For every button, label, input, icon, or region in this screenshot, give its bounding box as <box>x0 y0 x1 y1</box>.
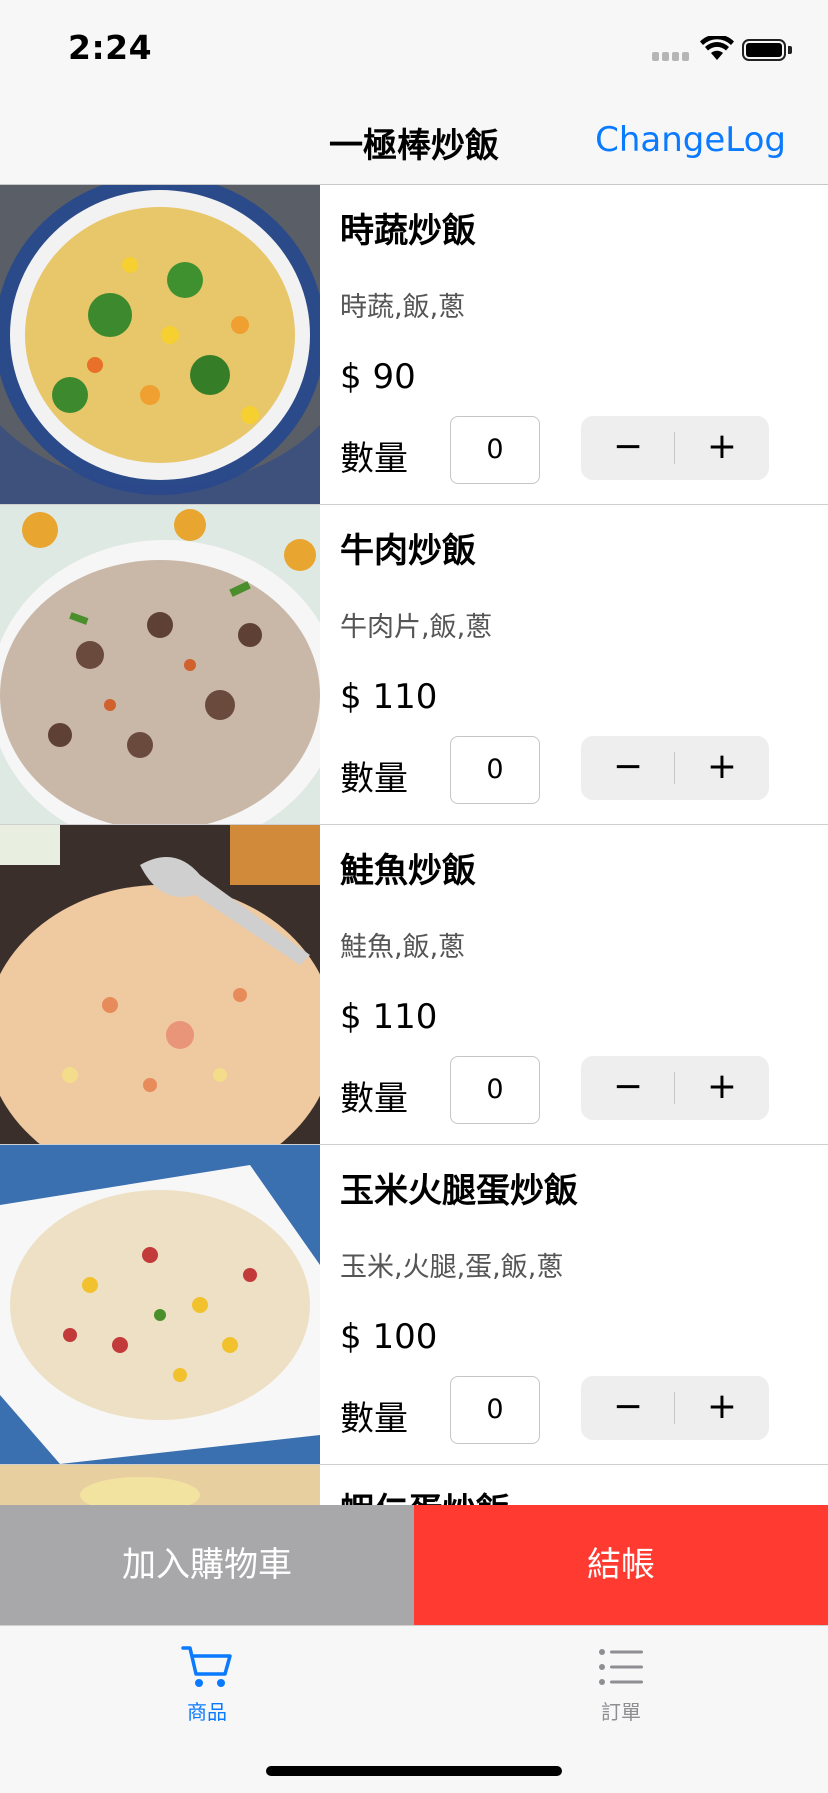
quantity-field[interactable]: 0 <box>450 416 540 484</box>
decrement-button[interactable]: − <box>581 1056 675 1120</box>
status-bar: 2:24 <box>0 0 828 100</box>
product-row: 玉米火腿蛋炒飯 玉米,火腿,蛋,飯,蔥 $ 100 數量 0 − + <box>0 1145 828 1465</box>
quantity-label: 數量 <box>340 1399 408 1439</box>
quantity-stepper: − + <box>581 416 769 480</box>
product-row: 蝦仁蛋炒飯 <box>0 1465 828 1505</box>
battery-icon <box>742 39 794 63</box>
home-indicator[interactable] <box>266 1766 562 1776</box>
tab-orders[interactable]: 訂單 <box>414 1644 828 1724</box>
quantity-label: 數量 <box>340 1079 408 1119</box>
decrement-button[interactable]: − <box>581 736 675 800</box>
quantity-stepper: − + <box>581 736 769 800</box>
product-row: 時蔬炒飯 時蔬,飯,蔥 $ 90 數量 0 − + <box>0 185 828 505</box>
product-name: 鮭魚炒飯 <box>340 851 476 891</box>
increment-button[interactable]: + <box>675 736 769 800</box>
product-name: 玉米火腿蛋炒飯 <box>340 1171 578 1211</box>
product-ingredients: 時蔬,飯,蔥 <box>340 292 466 323</box>
quantity-field[interactable]: 0 <box>450 1376 540 1444</box>
product-row: 鮭魚炒飯 鮭魚,飯,蔥 $ 110 數量 0 − + <box>0 825 828 1145</box>
product-price: $ 110 <box>340 997 438 1037</box>
product-price: $ 90 <box>340 357 416 397</box>
product-image <box>0 1145 320 1464</box>
navigation-bar: 一極棒炒飯 ChangeLog <box>0 100 828 185</box>
quantity-stepper: − + <box>581 1056 769 1120</box>
increment-button[interactable]: + <box>675 416 769 480</box>
wifi-icon <box>700 36 734 60</box>
product-name: 時蔬炒飯 <box>340 211 476 251</box>
tab-products[interactable]: 商品 <box>0 1644 414 1724</box>
increment-button[interactable]: + <box>675 1376 769 1440</box>
cellular-signal-icon <box>652 52 690 62</box>
action-bar: 加入購物車 結帳 <box>0 1505 828 1625</box>
changelog-button[interactable]: ChangeLog <box>595 120 786 160</box>
product-image <box>0 185 320 504</box>
product-image <box>0 1465 320 1505</box>
tab-label: 商品 <box>187 1700 227 1724</box>
product-ingredients: 玉米,火腿,蛋,飯,蔥 <box>340 1252 564 1283</box>
quantity-stepper: − + <box>581 1376 769 1440</box>
product-ingredients: 牛肉片,飯,蔥 <box>340 612 493 643</box>
quantity-label: 數量 <box>340 439 408 479</box>
increment-button[interactable]: + <box>675 1056 769 1120</box>
cart-icon <box>181 1646 232 1687</box>
product-price: $ 110 <box>340 677 438 717</box>
product-price: $ 100 <box>340 1317 438 1357</box>
decrement-button[interactable]: − <box>581 1376 675 1440</box>
list-icon <box>599 1649 643 1685</box>
decrement-button[interactable]: − <box>581 416 675 480</box>
product-name: 蝦仁蛋炒飯 <box>340 1483 510 1505</box>
product-image <box>0 505 320 824</box>
quantity-field[interactable]: 0 <box>450 1056 540 1124</box>
status-time: 2:24 <box>68 28 153 67</box>
quantity-field[interactable]: 0 <box>450 736 540 804</box>
add-to-cart-button[interactable]: 加入購物車 <box>0 1505 414 1625</box>
product-ingredients: 鮭魚,飯,蔥 <box>340 932 466 963</box>
product-image <box>0 825 320 1144</box>
product-name: 牛肉炒飯 <box>340 531 476 571</box>
quantity-label: 數量 <box>340 759 408 799</box>
checkout-button[interactable]: 結帳 <box>414 1505 828 1625</box>
product-row: 牛肉炒飯 牛肉片,飯,蔥 $ 110 數量 0 − + <box>0 505 828 825</box>
tab-label: 訂單 <box>601 1700 641 1724</box>
product-list[interactable]: 時蔬炒飯 時蔬,飯,蔥 $ 90 數量 0 − + 牛肉炒飯 牛肉片,飯,蔥 $… <box>0 185 828 1505</box>
